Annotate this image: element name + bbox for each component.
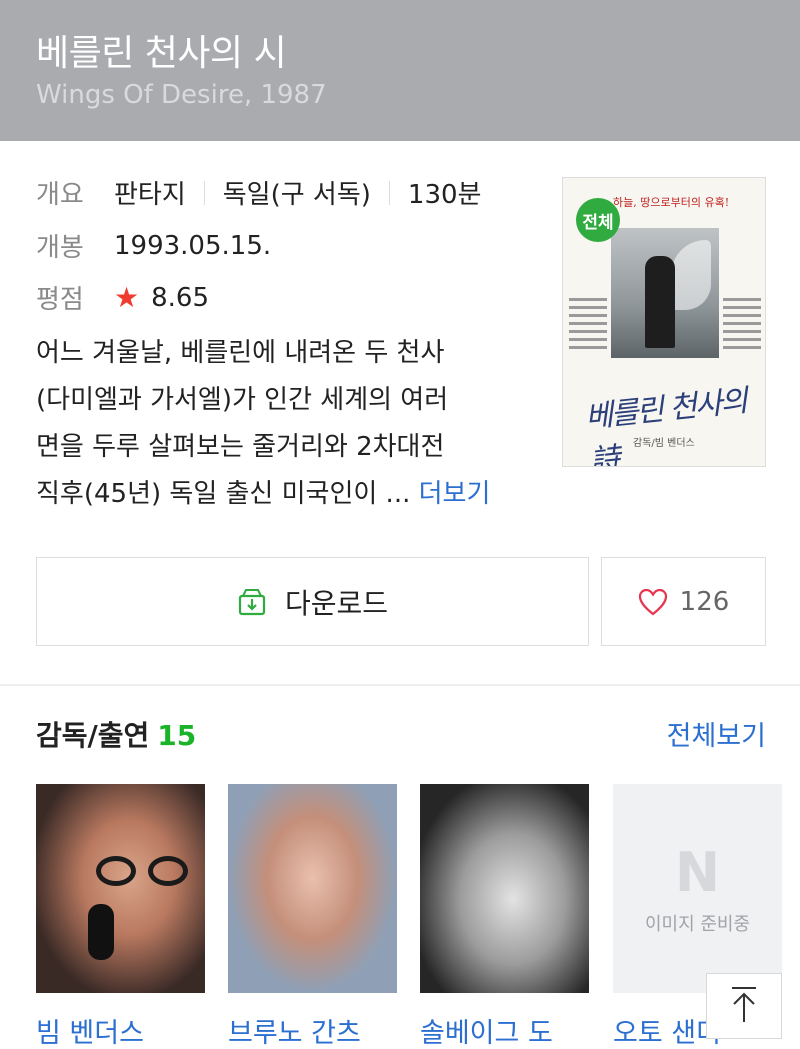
synopsis: 어느 겨울날, 베를린에 내려온 두 천사 (다미엘과 가서엘)가 인간 세계의… (36, 330, 536, 518)
download-label: 다운로드 (284, 586, 389, 620)
section-divider (0, 684, 800, 686)
cast-photo[interactable] (36, 784, 205, 993)
cast-photo[interactable] (228, 784, 397, 993)
angel-figure-graphic (645, 256, 675, 348)
glasses-graphic (96, 856, 192, 886)
scroll-top-button[interactable] (706, 973, 782, 1039)
divider (203, 180, 205, 205)
info-overview-row: 개요 판타지 독일(구 서독) 130분 (36, 174, 481, 211)
download-button[interactable]: 다운로드 (36, 557, 589, 646)
microphone-graphic (88, 904, 114, 960)
cast-count: 15 (157, 719, 197, 752)
synopsis-line-last: 직후(45년) 독일 출신 미국인이 ... 더보기 (36, 471, 536, 518)
poster-calligraphy: 베를린 천사의 詩 (583, 383, 748, 467)
page-title: 베를린 천사의 시 (36, 33, 287, 74)
release-date: 1993.05.15. (114, 230, 272, 261)
view-all-link[interactable]: 전체보기 (667, 714, 766, 753)
cast-heading: 감독/출연 15 (36, 714, 196, 754)
rating-value: 8.65 (151, 282, 209, 313)
synopsis-line: 어느 겨울날, 베를린에 내려온 두 천사 (36, 338, 445, 368)
genre: 판타지 (114, 180, 186, 210)
star-icon: ★ (114, 281, 140, 314)
synopsis-line: 면을 두루 살펴보는 줄거리와 2차대전 (36, 432, 445, 462)
info-rating-row: 평점 ★ 8.65 (36, 279, 209, 316)
poster-credit: 감독/빔 벤더스 (633, 438, 695, 449)
movie-poster[interactable]: 하늘, 땅으로부터의 유혹! 베를린 천사의 詩 감독/빔 벤더스 전체 (562, 177, 766, 467)
divider (388, 180, 390, 205)
country: 독일(구 서독) (222, 180, 371, 210)
cast-card[interactable]: 솔베이그 도 (420, 784, 589, 1049)
like-button[interactable]: 126 (601, 557, 766, 646)
rating-label: 평점 (36, 285, 84, 315)
runtime: 130분 (407, 180, 482, 210)
more-link[interactable]: 더보기 (419, 479, 491, 509)
cast-name[interactable]: 솔베이그 도 (420, 1011, 589, 1049)
like-count: 126 (679, 586, 730, 617)
poster-tagline: 하늘, 땅으로부터의 유혹! (613, 196, 730, 209)
poster-credits-left (569, 298, 607, 354)
cast-photo-placeholder[interactable]: N 이미지 준비중 (613, 784, 782, 993)
page-subtitle: Wings Of Desire, 1987 (36, 80, 327, 110)
cast-heading-label: 감독/출연 (36, 719, 150, 752)
cast-card[interactable]: 빔 벤더스 (36, 784, 205, 1049)
overview-label: 개요 (36, 180, 84, 210)
cast-photo[interactable] (420, 784, 589, 993)
arrow-up-icon (727, 984, 761, 1028)
poster-credits-right (723, 298, 761, 354)
info-release-row: 개봉 1993.05.15. (36, 227, 271, 264)
age-rating-badge: 전체 (576, 198, 620, 242)
placeholder-logo: N (674, 841, 721, 904)
synopsis-line: 직후(45년) 독일 출신 미국인이 ... (36, 479, 411, 509)
placeholder-text: 이미지 준비중 (644, 914, 751, 935)
release-label: 개봉 (36, 233, 84, 263)
heart-icon (638, 588, 668, 616)
cast-name[interactable]: 빔 벤더스 (36, 1011, 205, 1049)
header: 베를린 천사의 시 Wings Of Desire, 1987 (0, 0, 800, 141)
cast-name[interactable]: 브루노 간츠 (228, 1011, 397, 1049)
cast-card[interactable]: 브루노 간츠 (228, 784, 397, 1049)
synopsis-line: (다미엘과 가서엘)가 인간 세계의 여러 (36, 385, 449, 415)
download-icon (237, 587, 267, 617)
